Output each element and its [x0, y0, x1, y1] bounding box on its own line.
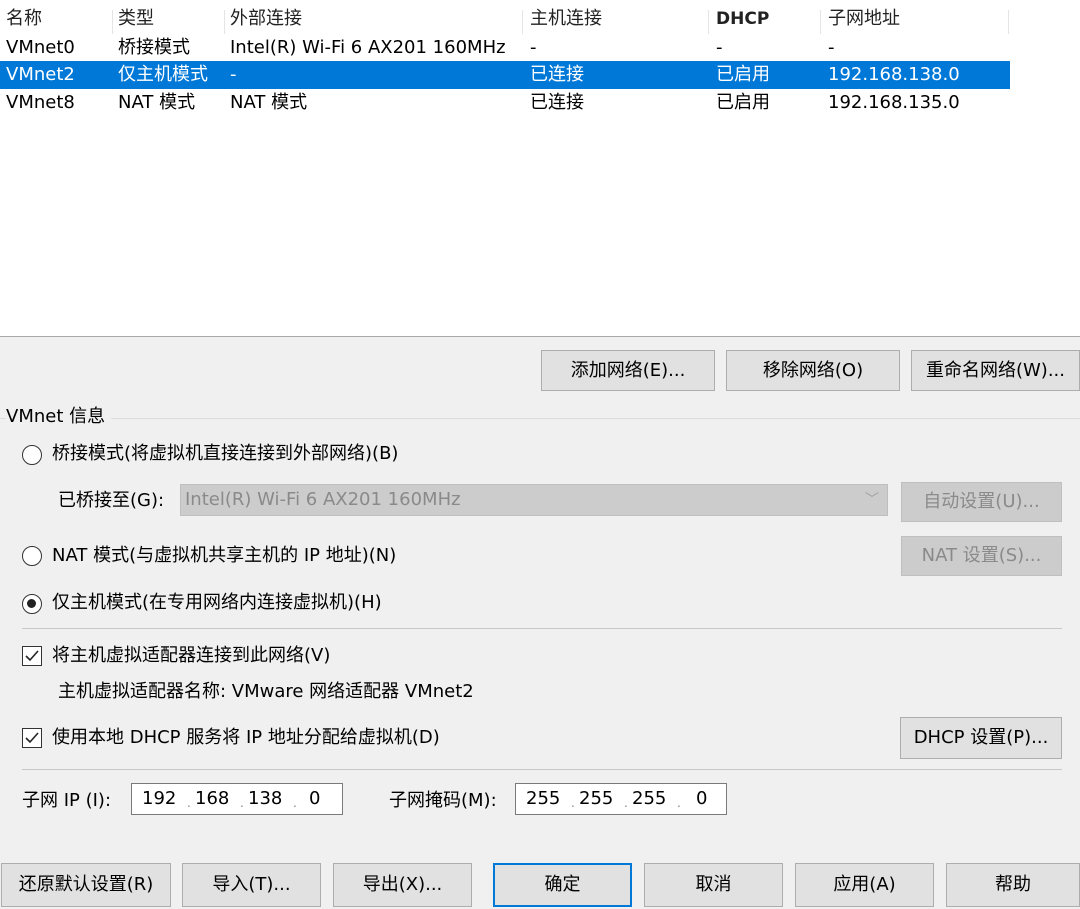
remove-network-button[interactable]: 移除网络(O) — [726, 350, 900, 391]
cell-type: 仅主机模式 — [118, 64, 208, 85]
subnet-mask-label: 子网掩码(M): — [389, 790, 497, 811]
connect-adapter-checkbox[interactable] — [22, 646, 42, 666]
ok-button[interactable]: 确定 — [493, 863, 632, 907]
cell-type: NAT 模式 — [118, 92, 196, 113]
table-row[interactable]: VMnet0 桥接模式 Intel(R) Wi-Fi 6 AX201 160MH… — [0, 34, 1010, 62]
separator — [22, 769, 1062, 770]
ip-dot: . — [571, 796, 575, 810]
import-button[interactable]: 导入(T)... — [182, 863, 321, 907]
column-separator[interactable] — [820, 10, 821, 34]
dhcp-settings-button[interactable]: DHCP 设置(P)... — [900, 717, 1062, 759]
bridged-to-value: Intel(R) Wi-Fi 6 AX201 160MHz — [185, 489, 461, 510]
cell-dhcp: - — [716, 37, 723, 58]
cell-name: VMnet2 — [6, 64, 75, 85]
header-type[interactable]: 类型 — [118, 4, 154, 34]
column-separator[interactable] — [1008, 10, 1009, 34]
subnet-ip-input[interactable]: 192 . 168 . 138 . 0 — [131, 783, 343, 815]
connect-adapter-label[interactable]: 将主机虚拟适配器连接到此网络(V) — [52, 643, 330, 669]
separator — [22, 628, 1062, 629]
column-separator[interactable] — [112, 10, 113, 34]
dhcp-label[interactable]: 使用本地 DHCP 服务将 IP 地址分配给虚拟机(D) — [52, 725, 440, 751]
list-header: 名称 类型 外部连接 主机连接 DHCP 子网地址 — [0, 4, 1010, 34]
column-separator[interactable] — [224, 10, 225, 34]
cell-type: 桥接模式 — [118, 37, 190, 58]
nat-settings-button[interactable]: NAT 设置(S)... — [901, 536, 1062, 576]
virtual-network-list[interactable]: 名称 类型 外部连接 主机连接 DHCP 子网地址 VMnet0 桥接模式 In… — [0, 0, 1080, 337]
table-row-selected[interactable]: VMnet2 仅主机模式 - 已连接 已启用 192.168.138.0 — [0, 61, 1010, 89]
header-host-connection[interactable]: 主机连接 — [530, 4, 602, 34]
restore-defaults-button[interactable]: 还原默认设置(R) — [1, 863, 171, 907]
group-border — [0, 418, 1080, 419]
header-subnet[interactable]: 子网地址 — [828, 4, 900, 34]
bridged-to-select[interactable]: Intel(R) Wi-Fi 6 AX201 160MHz ﹀ — [180, 484, 888, 516]
cell-subnet: 192.168.135.0 — [828, 92, 960, 113]
ip-dot: . — [240, 796, 244, 810]
cell-name: VMnet8 — [6, 92, 75, 113]
cell-host-connection: - — [530, 37, 537, 58]
subnet-ip-label: 子网 IP (I): — [22, 790, 112, 811]
apply-button[interactable]: 应用(A) — [795, 863, 934, 907]
column-separator[interactable] — [522, 10, 523, 34]
add-network-button[interactable]: 添加网络(E)... — [541, 350, 715, 391]
dhcp-checkbox[interactable] — [22, 728, 42, 748]
bridged-radio[interactable] — [22, 445, 42, 465]
chevron-down-icon: ﹀ — [865, 492, 879, 508]
check-icon — [25, 650, 39, 662]
help-button[interactable]: 帮助 — [946, 863, 1080, 907]
mask-octet[interactable]: 255 — [632, 784, 666, 814]
mask-octet[interactable]: 255 — [579, 784, 613, 814]
cell-subnet: - — [828, 37, 835, 58]
ip-octet[interactable]: 192 — [142, 784, 176, 814]
bridged-to-label: 已桥接至(G): — [58, 490, 165, 511]
cell-subnet: 192.168.138.0 — [828, 64, 960, 85]
header-name[interactable]: 名称 — [6, 4, 42, 34]
cancel-button[interactable]: 取消 — [644, 863, 783, 907]
ip-octet[interactable]: 138 — [248, 784, 282, 814]
check-icon — [25, 732, 39, 744]
cell-dhcp: 已启用 — [716, 64, 770, 85]
export-button[interactable]: 导出(X)... — [333, 863, 472, 907]
vmnet-info-title: VMnet 信息 — [6, 404, 112, 430]
header-external[interactable]: 外部连接 — [230, 4, 302, 34]
ip-dot: . — [624, 796, 628, 810]
host-only-mode-label[interactable]: 仅主机模式(在专用网络内连接虚拟机)(H) — [52, 590, 382, 616]
nat-radio[interactable] — [22, 546, 42, 566]
auto-settings-button[interactable]: 自动设置(U)... — [901, 482, 1062, 522]
ip-octet[interactable]: 168 — [195, 784, 229, 814]
ip-dot: . — [293, 796, 297, 810]
mask-octet[interactable]: 255 — [526, 784, 560, 814]
cell-external: NAT 模式 — [230, 92, 308, 113]
rename-network-button[interactable]: 重命名网络(W)... — [911, 350, 1080, 391]
header-dhcp[interactable]: DHCP — [716, 4, 769, 34]
ip-dot: . — [187, 796, 191, 810]
subnet-mask-input[interactable]: 255 . 255 . 255 . 0 — [515, 783, 727, 815]
bridged-mode-label[interactable]: 桥接模式(将虚拟机直接连接到外部网络)(B) — [52, 441, 398, 467]
column-separator[interactable] — [708, 10, 709, 34]
nat-mode-label[interactable]: NAT 模式(与虚拟机共享主机的 IP 地址)(N) — [52, 543, 396, 569]
cell-dhcp: 已启用 — [716, 92, 770, 113]
table-row[interactable]: VMnet8 NAT 模式 NAT 模式 已连接 已启用 192.168.135… — [0, 89, 1010, 117]
ip-octet[interactable]: 0 — [309, 784, 320, 814]
ip-dot: . — [677, 796, 681, 810]
host-only-radio[interactable] — [22, 594, 42, 614]
cell-host-connection: 已连接 — [530, 64, 584, 85]
cell-external: - — [230, 64, 237, 85]
mask-octet[interactable]: 0 — [696, 784, 707, 814]
cell-name: VMnet0 — [6, 37, 75, 58]
cell-external: Intel(R) Wi-Fi 6 AX201 160MHz — [230, 37, 506, 58]
cell-host-connection: 已连接 — [530, 92, 584, 113]
adapter-name-label: 主机虚拟适配器名称: VMware 网络适配器 VMnet2 — [58, 681, 474, 702]
